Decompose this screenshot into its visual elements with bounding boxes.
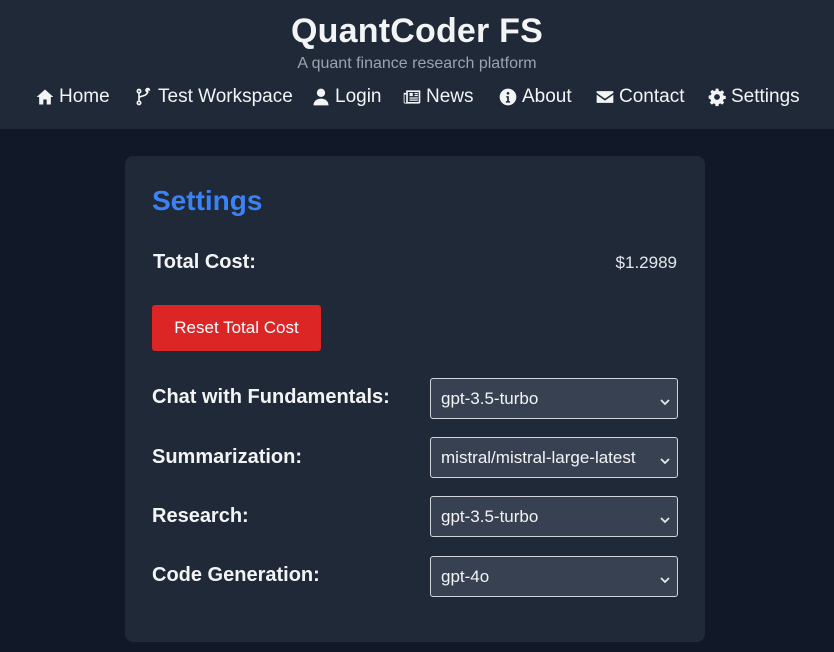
nav-test-workspace-label: Test Workspace xyxy=(158,86,293,107)
chevron-down-icon xyxy=(659,571,671,584)
chevron-down-icon xyxy=(659,511,671,524)
reset-total-cost-button[interactable]: Reset Total Cost xyxy=(152,305,321,351)
chevron-down-icon xyxy=(659,452,671,465)
site-header: QuantCoder FS A quant finance research p… xyxy=(0,0,834,129)
nav-news-label: News xyxy=(426,86,474,107)
settings-panel: Settings Total Cost: $1.2989 Reset Total… xyxy=(125,156,705,642)
code-generation-label: Code Generation: xyxy=(152,564,320,586)
newspaper-icon xyxy=(403,90,421,104)
chat-fundamentals-select[interactable]: gpt-3.5-turbo xyxy=(430,378,678,419)
nav-news[interactable]: News xyxy=(402,84,474,110)
chat-fundamentals-label: Chat with Fundamentals: xyxy=(152,386,390,408)
chat-fundamentals-value: gpt-3.5-turbo xyxy=(441,388,539,408)
nav-contact[interactable]: Contact xyxy=(595,84,684,110)
research-value: gpt-3.5-turbo xyxy=(441,506,539,526)
nav-about[interactable]: About xyxy=(498,84,572,110)
info-circle-icon xyxy=(499,88,517,106)
site-title: QuantCoder FS xyxy=(291,12,543,50)
research-label: Research: xyxy=(152,505,249,527)
envelope-icon xyxy=(596,91,614,103)
gear-icon xyxy=(708,88,726,107)
site-tagline: A quant finance research platform xyxy=(297,55,537,72)
nav-contact-label: Contact xyxy=(619,86,685,107)
code-generation-select[interactable]: gpt-4o xyxy=(430,556,678,597)
nav-home-label: Home xyxy=(59,86,110,107)
nav-settings[interactable]: Settings xyxy=(707,84,800,110)
nav-home[interactable]: Home xyxy=(35,84,110,110)
code-branch-icon xyxy=(136,87,151,106)
research-select[interactable]: gpt-3.5-turbo xyxy=(430,496,678,537)
total-cost-label: Total Cost: xyxy=(153,251,256,273)
code-generation-value: gpt-4o xyxy=(441,566,490,586)
nav-about-label: About xyxy=(522,86,572,107)
summarization-value: mistral/mistral-large-latest xyxy=(441,447,636,467)
home-icon xyxy=(36,89,54,105)
total-cost-value: $1.2989 xyxy=(615,253,677,272)
summarization-select[interactable]: mistral/mistral-large-latest xyxy=(430,437,678,478)
user-icon xyxy=(313,88,329,106)
chevron-down-icon xyxy=(659,393,671,406)
settings-title: Settings xyxy=(152,185,263,216)
summarization-label: Summarization: xyxy=(152,446,303,468)
nav-login[interactable]: Login xyxy=(311,84,382,110)
nav-test-workspace[interactable]: Test Workspace xyxy=(134,84,293,110)
nav-login-label: Login xyxy=(335,86,382,107)
nav-settings-label: Settings xyxy=(731,86,800,107)
main-nav: Home Test Workspace Login News About Con… xyxy=(0,84,834,110)
